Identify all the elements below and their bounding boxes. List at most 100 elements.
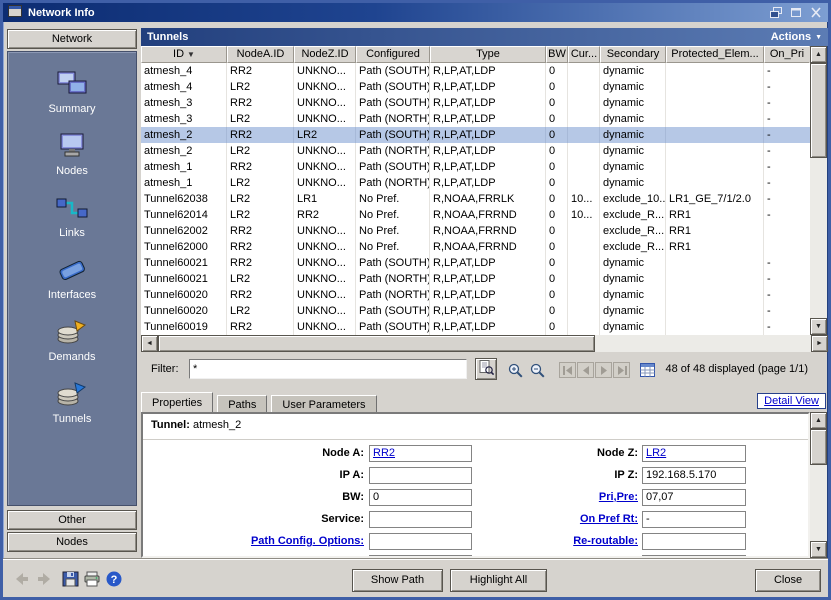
table-horizontal-scrollbar[interactable]: ◄ ► (141, 335, 828, 352)
table-cell: atmesh_1 (141, 175, 227, 191)
sidebar-item-summary[interactable]: Summary (8, 68, 136, 117)
zoom-out-icon[interactable] (529, 362, 545, 378)
table-vertical-scrollbar[interactable]: ▲ ▼ (810, 46, 828, 335)
field-bw[interactable]: 0 (369, 489, 472, 506)
table-row[interactable]: atmesh_4LR2UNKNO...Path (SOUTH)R,LP,AT,L… (141, 79, 810, 95)
interfaces-icon (56, 256, 88, 287)
first-page-button[interactable] (559, 362, 576, 378)
table-cell: - (764, 303, 809, 319)
tunnel-title: Tunnel: atmesh_2 (151, 419, 241, 431)
last-page-button[interactable] (613, 362, 630, 378)
field-node-a[interactable]: RR2 (369, 445, 472, 462)
field-label-pri-pre[interactable]: Pri,Pre: (493, 489, 638, 506)
table-row[interactable]: Tunnel60019RR2UNKNO...Path (SOUTH)R,LP,A… (141, 319, 810, 335)
table-view-icon[interactable] (639, 362, 655, 378)
sidebar-item-tunnels[interactable]: Tunnels (8, 378, 136, 427)
table-cell: 0 (546, 95, 568, 111)
table-row[interactable]: atmesh_1RR2UNKNO...Path (SOUTH)R,LP,AT,L… (141, 159, 810, 175)
scroll-left-icon[interactable]: ◄ (141, 335, 158, 352)
show-path-button[interactable]: Show Path (352, 569, 443, 592)
properties-vertical-scrollbar[interactable]: ▲ ▼ (810, 412, 828, 558)
scroll-thumb[interactable] (810, 429, 827, 465)
table-row[interactable]: Tunnel60020RR2UNKNO...Path (NORTH)R,LP,A… (141, 287, 810, 303)
table-row[interactable]: Tunnel60021RR2UNKNO...Path (SOUTH)R,LP,A… (141, 255, 810, 271)
table-row[interactable]: Tunnel62000RR2UNKNO...No Pref.R,NOAA,FRR… (141, 239, 810, 255)
table-cell: RR1 (666, 207, 764, 223)
table-row[interactable]: Tunnel60021LR2UNKNO...Path (NORTH)R,LP,A… (141, 271, 810, 287)
sidebar-item-demands[interactable]: Demands (8, 316, 136, 365)
tab-properties[interactable]: Properties (141, 392, 213, 413)
scroll-up-icon[interactable]: ▲ (810, 412, 827, 429)
field-ip-a[interactable] (369, 467, 472, 484)
table-row[interactable]: Tunnel62002RR2UNKNO...No Pref.R,NOAA,FRR… (141, 223, 810, 239)
table-row[interactable]: atmesh_2LR2UNKNO...Path (NORTH)R,LP,AT,L… (141, 143, 810, 159)
sidebar-item-interfaces[interactable]: Interfaces (8, 254, 136, 303)
field-label-re-routable[interactable]: Re-routable: (493, 533, 638, 550)
table-cell: 0 (546, 127, 568, 143)
field-label-path-config-options[interactable]: Path Config. Options: (149, 533, 364, 550)
close-icon[interactable] (808, 6, 823, 19)
sidebar-item-links[interactable]: Links (8, 192, 136, 241)
column-header[interactable]: Type (430, 46, 546, 63)
scroll-thumb[interactable] (810, 63, 827, 158)
table-row[interactable]: atmesh_1LR2UNKNO...Path (NORTH)R,LP,AT,L… (141, 175, 810, 191)
column-header[interactable]: Cur... (568, 46, 600, 63)
sidebar-item-nodes[interactable]: Nodes (8, 130, 136, 179)
back-arrow-icon[interactable] (13, 570, 31, 588)
maximize-icon[interactable] (788, 6, 803, 19)
divider (143, 439, 808, 440)
nodes-tab-button[interactable]: Nodes (7, 532, 137, 552)
column-header[interactable]: Protected_Elem... (666, 46, 764, 63)
table-row[interactable]: atmesh_4RR2UNKNO...Path (SOUTH)R,LP,AT,L… (141, 63, 810, 79)
table-row[interactable]: atmesh_3RR2UNKNO...Path (SOUTH)R,LP,AT,L… (141, 95, 810, 111)
restore-icon[interactable] (768, 6, 783, 19)
zoom-in-icon[interactable] (507, 362, 523, 378)
forward-arrow-icon[interactable] (35, 570, 53, 588)
column-header[interactable]: BW (546, 46, 568, 63)
table-cell (666, 271, 764, 287)
table-row[interactable]: Tunnel62014LR2RR2No Pref.R,NOAA,FRRND010… (141, 207, 810, 223)
field-ip-z[interactable]: 192.168.5.170 (642, 467, 746, 484)
table-row[interactable]: atmesh_2RR2LR2Path (SOUTH)R,LP,AT,LDP0dy… (141, 127, 810, 143)
save-icon[interactable] (61, 570, 79, 588)
detail-view-link[interactable]: Detail View (757, 393, 826, 409)
table-cell: Path (SOUTH) (356, 255, 430, 271)
node-a-link[interactable]: RR2 (373, 447, 395, 459)
scroll-up-icon[interactable]: ▲ (810, 46, 827, 63)
field-path-config-options[interactable] (369, 533, 472, 550)
table-cell: Tunnel62002 (141, 223, 227, 239)
highlight-all-button[interactable]: Highlight All (450, 569, 547, 592)
field-on-pref-rt[interactable]: - (642, 511, 746, 528)
field-label-on-pref-rt[interactable]: On Pref Rt: (493, 511, 638, 528)
print-icon[interactable] (83, 570, 101, 588)
column-header[interactable]: ID▼ (141, 46, 227, 63)
column-header[interactable]: Configured (356, 46, 430, 63)
field-pri-pre[interactable]: 07,07 (642, 489, 746, 506)
table-cell: dynamic (600, 143, 666, 159)
field-service[interactable] (369, 511, 472, 528)
table-cell (568, 143, 600, 159)
table-row[interactable]: Tunnel62038LR2LR1No Pref.R,NOAA,FRRLK010… (141, 191, 810, 207)
scroll-right-icon[interactable]: ► (811, 335, 828, 352)
other-tab-button[interactable]: Other (7, 510, 137, 530)
search-button[interactable] (475, 358, 497, 380)
field-node-z[interactable]: LR2 (642, 445, 746, 462)
next-page-button[interactable] (595, 362, 612, 378)
field-re-routable[interactable] (642, 533, 746, 550)
column-header[interactable]: NodeZ.ID (294, 46, 356, 63)
column-header[interactable]: NodeA.ID (227, 46, 294, 63)
node-z-link[interactable]: LR2 (646, 447, 666, 459)
previous-page-button[interactable] (577, 362, 594, 378)
scroll-down-icon[interactable]: ▼ (810, 318, 827, 335)
column-header[interactable]: Secondary (600, 46, 666, 63)
help-icon[interactable]: ? (105, 570, 123, 588)
scroll-thumb[interactable] (158, 335, 595, 352)
actions-menu-button[interactable]: Actions ▼ (771, 31, 822, 43)
close-button[interactable]: Close (755, 569, 821, 592)
network-tab-button[interactable]: Network (7, 29, 137, 49)
table-row[interactable]: atmesh_3LR2UNKNO...Path (NORTH)R,LP,AT,L… (141, 111, 810, 127)
scroll-down-icon[interactable]: ▼ (810, 541, 827, 558)
column-header[interactable]: On_Pri (764, 46, 809, 63)
table-row[interactable]: Tunnel60020LR2UNKNO...Path (SOUTH)R,LP,A… (141, 303, 810, 319)
filter-input[interactable] (189, 359, 467, 379)
